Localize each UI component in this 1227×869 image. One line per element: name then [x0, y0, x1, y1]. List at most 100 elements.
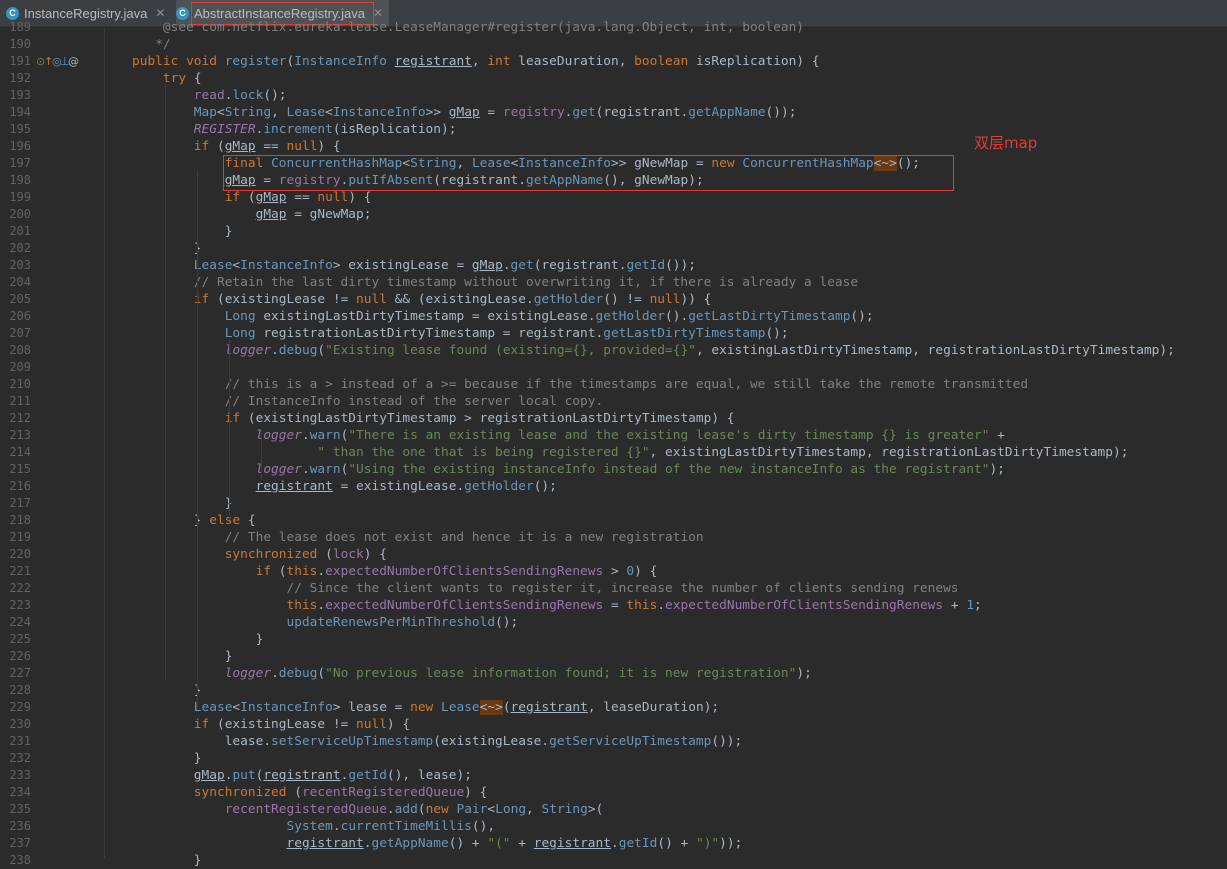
- code-text[interactable]: Map<String, Lease<InstanceInfo>> gMap = …: [132, 104, 797, 121]
- code-text[interactable]: Long registrationLastDirtyTimestamp = re…: [132, 325, 789, 342]
- annotation-icon[interactable]: @: [68, 53, 79, 70]
- code-line[interactable]: 216 registrant = existingLease.getHolder…: [0, 478, 1227, 495]
- code-text[interactable]: logger.debug("Existing lease found (exis…: [132, 342, 1175, 359]
- code-line[interactable]: 201 }: [0, 223, 1227, 240]
- code-line[interactable]: 222 // Since the client wants to registe…: [0, 580, 1227, 597]
- code-text[interactable]: @see com.netflix.eureka.lease.LeaseManag…: [132, 19, 804, 36]
- code-line[interactable]: 204 // Retain the last dirty timestamp w…: [0, 274, 1227, 291]
- code-text[interactable]: if (existingLease != null && (existingLe…: [132, 291, 712, 308]
- code-text[interactable]: try {: [132, 70, 202, 87]
- code-line[interactable]: 221 if (this.expectedNumberOfClientsSend…: [0, 563, 1227, 580]
- code-line[interactable]: 195 REGISTER.increment(isReplication);: [0, 121, 1227, 138]
- code-text[interactable]: }: [132, 648, 233, 665]
- code-text[interactable]: recentRegisteredQueue.add(new Pair<Long,…: [132, 801, 604, 818]
- code-line[interactable]: 220 synchronized (lock) {: [0, 546, 1227, 563]
- code-text[interactable]: }: [132, 223, 233, 240]
- code-text[interactable]: logger.debug("No previous lease informat…: [132, 665, 812, 682]
- code-line[interactable]: 199 if (gMap == null) {: [0, 189, 1227, 206]
- code-text[interactable]: Long existingLastDirtyTimestamp = existi…: [132, 308, 874, 325]
- code-line[interactable]: 210 // this is a > instead of a >= becau…: [0, 376, 1227, 393]
- code-line[interactable]: 237 registrant.getAppName() + "(" + regi…: [0, 835, 1227, 852]
- code-text[interactable]: updateRenewsPerMinThreshold();: [132, 614, 519, 631]
- code-line[interactable]: 209: [0, 359, 1227, 376]
- code-text[interactable]: */: [132, 36, 171, 53]
- code-text[interactable]: }: [132, 682, 202, 699]
- code-line[interactable]: 192 try {: [0, 70, 1227, 87]
- code-line[interactable]: 215 logger.warn("Using the existing inst…: [0, 461, 1227, 478]
- code-text[interactable]: // The lease does not exist and hence it…: [132, 529, 704, 546]
- code-line[interactable]: 198 gMap = registry.putIfAbsent(registra…: [0, 172, 1227, 189]
- code-text[interactable]: }: [132, 240, 202, 257]
- code-line[interactable]: 194 Map<String, Lease<InstanceInfo>> gMa…: [0, 104, 1227, 121]
- code-line[interactable]: 212 if (existingLastDirtyTimestamp > reg…: [0, 410, 1227, 427]
- code-text[interactable]: if (gMap == null) {: [132, 189, 372, 206]
- code-text[interactable]: gMap = gNewMap;: [132, 206, 372, 223]
- code-text[interactable]: registrant.getAppName() + "(" + registra…: [132, 835, 743, 852]
- code-line[interactable]: 207 Long registrationLastDirtyTimestamp …: [0, 325, 1227, 342]
- code-line[interactable]: 206 Long existingLastDirtyTimestamp = ex…: [0, 308, 1227, 325]
- code-line[interactable]: 223 this.expectedNumberOfClientsSendingR…: [0, 597, 1227, 614]
- code-line[interactable]: 236 System.currentTimeMillis(),: [0, 818, 1227, 835]
- code-text[interactable]: // this is a > instead of a >= because i…: [132, 376, 1028, 393]
- code-text[interactable]: if (existingLease != null) {: [132, 716, 410, 733]
- code-line[interactable]: 238 }: [0, 852, 1227, 869]
- code-text[interactable]: if (gMap == null) {: [132, 138, 341, 155]
- code-line[interactable]: 230 if (existingLease != null) {: [0, 716, 1227, 733]
- code-line[interactable]: 189 @see com.netflix.eureka.lease.LeaseM…: [0, 19, 1227, 36]
- code-text[interactable]: System.currentTimeMillis(),: [132, 818, 496, 835]
- code-line[interactable]: 225 }: [0, 631, 1227, 648]
- code-text[interactable]: synchronized (lock) {: [132, 546, 387, 563]
- code-line[interactable]: 227 logger.debug("No previous lease info…: [0, 665, 1227, 682]
- code-line[interactable]: 193 read.lock();: [0, 87, 1227, 104]
- code-text[interactable]: public void register(InstanceInfo regist…: [132, 53, 820, 70]
- code-line[interactable]: 190 */: [0, 36, 1227, 53]
- code-text[interactable]: " than the one that is being registered …: [132, 444, 1128, 461]
- code-line[interactable]: 229 Lease<InstanceInfo> lease = new Leas…: [0, 699, 1227, 716]
- code-text[interactable]: }: [132, 852, 202, 869]
- code-text[interactable]: registrant = existingLease.getHolder();: [132, 478, 557, 495]
- code-line[interactable]: 231 lease.setServiceUpTimestamp(existing…: [0, 733, 1227, 750]
- code-line[interactable]: 213 logger.warn("There is an existing le…: [0, 427, 1227, 444]
- code-line[interactable]: 226 }: [0, 648, 1227, 665]
- code-text[interactable]: logger.warn("Using the existing instance…: [132, 461, 1005, 478]
- code-editor[interactable]: 189 @see com.netflix.eureka.lease.LeaseM…: [0, 20, 1227, 868]
- code-line[interactable]: 203 Lease<InstanceInfo> existingLease = …: [0, 257, 1227, 274]
- code-text[interactable]: }: [132, 750, 202, 767]
- code-line[interactable]: 234 synchronized (recentRegisteredQueue)…: [0, 784, 1227, 801]
- code-text[interactable]: synchronized (recentRegisteredQueue) {: [132, 784, 488, 801]
- code-line[interactable]: 224 updateRenewsPerMinThreshold();: [0, 614, 1227, 631]
- code-line[interactable]: 214 " than the one that is being registe…: [0, 444, 1227, 461]
- code-text[interactable]: // Since the client wants to register it…: [132, 580, 959, 597]
- code-line[interactable]: 205 if (existingLease != null && (existi…: [0, 291, 1227, 308]
- code-text[interactable]: logger.warn("There is an existing lease …: [132, 427, 1005, 444]
- code-line[interactable]: 196 if (gMap == null) {: [0, 138, 1227, 155]
- code-line[interactable]: 218 } else {: [0, 512, 1227, 529]
- code-line[interactable]: 211 // InstanceInfo instead of the serve…: [0, 393, 1227, 410]
- code-line[interactable]: 197 final ConcurrentHashMap<String, Leas…: [0, 155, 1227, 172]
- code-line[interactable]: 233 gMap.put(registrant.getId(), lease);: [0, 767, 1227, 784]
- code-text[interactable]: REGISTER.increment(isReplication);: [132, 121, 457, 138]
- code-text[interactable]: lease.setServiceUpTimestamp(existingLeas…: [132, 733, 743, 750]
- code-text[interactable]: if (existingLastDirtyTimestamp > registr…: [132, 410, 735, 427]
- code-line[interactable]: 202 }: [0, 240, 1227, 257]
- close-icon[interactable]: ✕: [155, 6, 165, 20]
- code-text[interactable]: Lease<InstanceInfo> lease = new Lease<~>…: [132, 699, 719, 716]
- code-line[interactable]: 228 }: [0, 682, 1227, 699]
- code-text[interactable]: }: [132, 495, 233, 512]
- code-text[interactable]: // Retain the last dirty timestamp witho…: [132, 274, 858, 291]
- code-line[interactable]: 232 }: [0, 750, 1227, 767]
- code-line[interactable]: 219 // The lease does not exist and henc…: [0, 529, 1227, 546]
- code-line[interactable]: 200 gMap = gNewMap;: [0, 206, 1227, 223]
- code-text[interactable]: final ConcurrentHashMap<String, Lease<In…: [132, 155, 920, 172]
- code-line[interactable]: 208 logger.debug("Existing lease found (…: [0, 342, 1227, 359]
- code-text[interactable]: this.expectedNumberOfClientsSendingRenew…: [132, 597, 982, 614]
- code-text[interactable]: // InstanceInfo instead of the server lo…: [132, 393, 603, 410]
- code-text[interactable]: Lease<InstanceInfo> existingLease = gMap…: [132, 257, 696, 274]
- code-line[interactable]: 217 }: [0, 495, 1227, 512]
- code-line[interactable]: 191 public void register(InstanceInfo reg…: [0, 53, 1227, 70]
- code-text[interactable]: read.lock();: [132, 87, 287, 104]
- code-line[interactable]: 235 recentRegisteredQueue.add(new Pair<L…: [0, 801, 1227, 818]
- close-icon[interactable]: ✕: [373, 6, 383, 20]
- code-text[interactable]: gMap = registry.putIfAbsent(registrant.g…: [132, 172, 704, 189]
- code-text[interactable]: if (this.expectedNumberOfClientsSendingR…: [132, 563, 658, 580]
